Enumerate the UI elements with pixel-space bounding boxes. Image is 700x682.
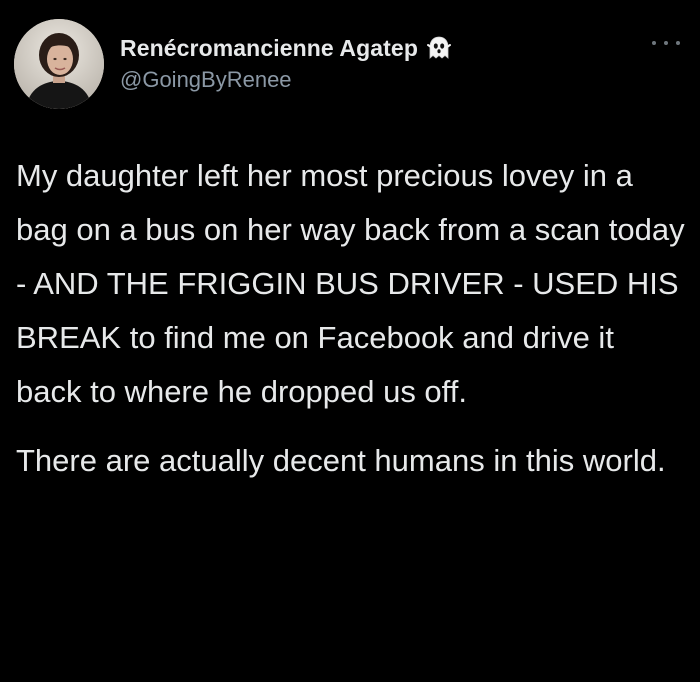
tweet-paragraph: My daughter left her most precious lovey… bbox=[16, 158, 685, 409]
avatar[interactable] bbox=[14, 19, 104, 109]
user-handle[interactable]: @GoingByRenee bbox=[120, 67, 620, 93]
tweet-card: Renécromancienne Agatep @GoingByRenee My… bbox=[0, 0, 700, 682]
ghost-icon bbox=[426, 35, 452, 61]
tweet-text: My daughter left her most precious lovey… bbox=[16, 149, 686, 488]
more-options-icon[interactable] bbox=[652, 36, 680, 50]
name-row: Renécromancienne Agatep bbox=[120, 33, 620, 63]
display-name[interactable]: Renécromancienne Agatep bbox=[120, 35, 418, 62]
more-dot bbox=[652, 41, 656, 45]
tweet-paragraph: There are actually decent humans in this… bbox=[16, 443, 666, 478]
more-dot bbox=[676, 41, 680, 45]
more-dot bbox=[664, 41, 668, 45]
author-block: Renécromancienne Agatep @GoingByRenee bbox=[120, 33, 620, 93]
avatar-image bbox=[14, 19, 104, 109]
